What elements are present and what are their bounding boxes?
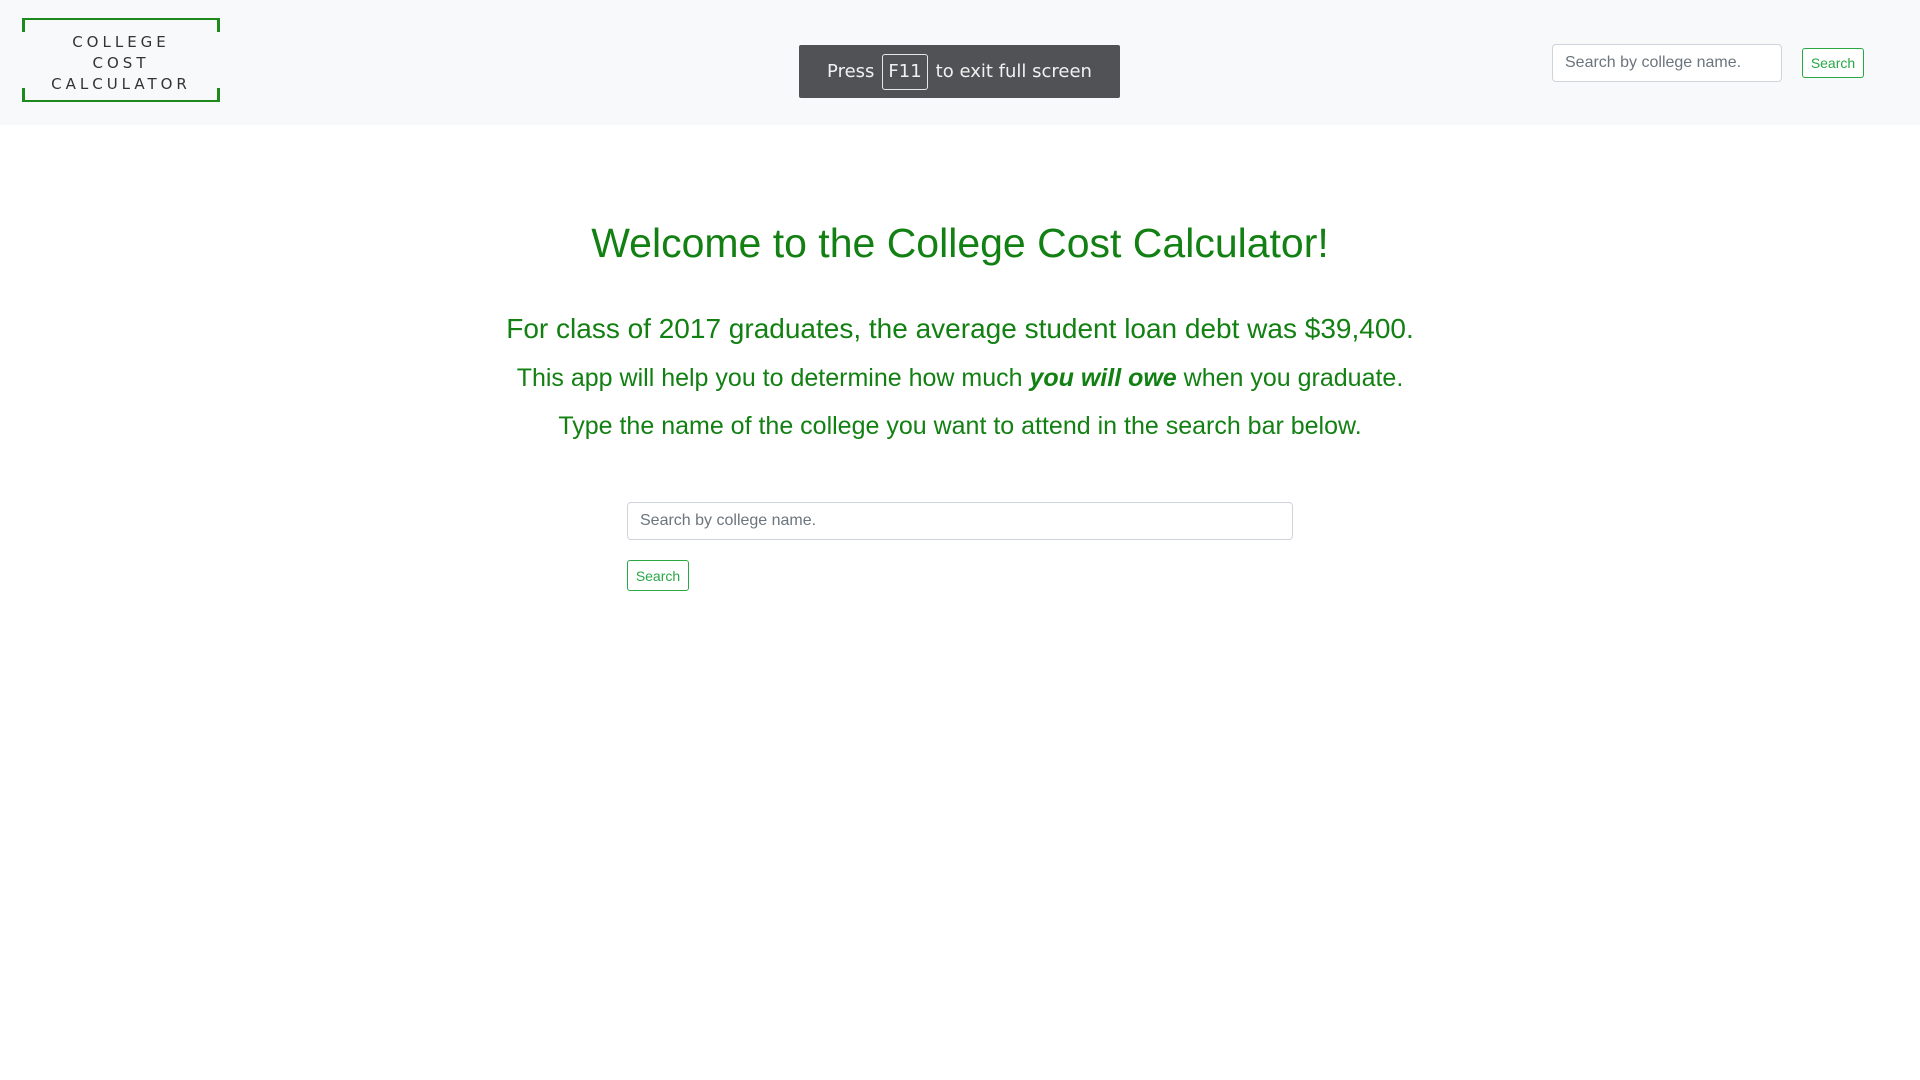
debt-statistic-text: For class of 2017 graduates, the average… — [506, 313, 1414, 344]
fullscreen-exit-notice: Press F11 to exit full screen — [799, 45, 1120, 98]
purpose-text-emphasis: you will owe — [1029, 364, 1177, 392]
navbar-search-input[interactable] — [1552, 44, 1782, 82]
fullscreen-notice-suffix: to exit full screen — [935, 61, 1092, 82]
college-search-input[interactable] — [627, 502, 1293, 540]
f11-key-label: F11 — [882, 53, 928, 90]
purpose-text-before: This app will help you to determine how … — [516, 364, 1030, 392]
purpose-text-after: when you graduate. — [1176, 364, 1404, 392]
logo-text: COLLEGE COST CALCULATOR — [22, 32, 220, 95]
navbar-search-button[interactable]: Search — [1802, 48, 1864, 78]
college-search-button[interactable]: Search — [627, 560, 689, 591]
logo-line-calculator: CALCULATOR — [51, 75, 191, 93]
app-purpose-text: This app will help you to determine how … — [0, 364, 1920, 393]
logo-line-cost: COST — [92, 54, 150, 72]
page-title: Welcome to the College Cost Calculator! — [591, 220, 1329, 266]
search-instruction-text: Type the name of the college you want to… — [558, 412, 1362, 440]
logo[interactable]: COLLEGE COST CALCULATOR — [22, 18, 220, 102]
navbar: COLLEGE COST CALCULATOR Press F11 to exi… — [0, 0, 1920, 125]
fullscreen-notice-prefix: Press — [827, 61, 875, 82]
logo-line-college: COLLEGE — [72, 33, 170, 51]
